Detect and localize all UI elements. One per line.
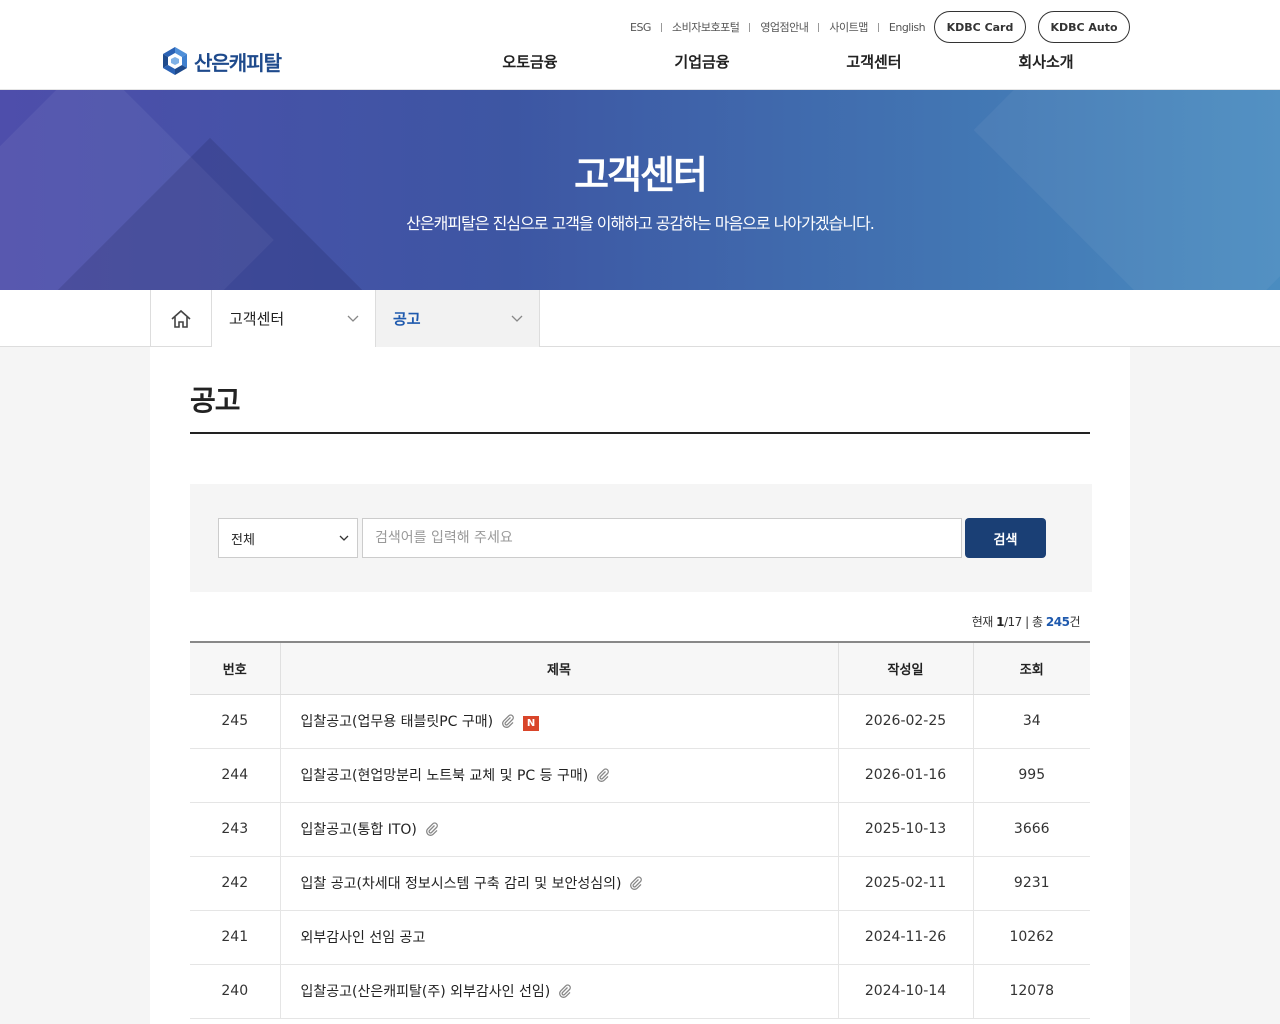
cell-number: 245 xyxy=(190,694,280,749)
cell-date: 2024-11-26 xyxy=(837,910,973,965)
cell-date: 2024-10-14 xyxy=(837,964,973,1019)
notice-title-link[interactable]: 입찰공고(산은캐피탈(주) 외부감사인 선임) xyxy=(301,984,551,1000)
search-category-select[interactable]: 전체 xyxy=(218,518,358,558)
cell-number: 242 xyxy=(190,856,280,911)
nav-item-customer-center[interactable]: 고객센터 xyxy=(788,46,960,78)
kdbc-auto-button[interactable]: KDBC Auto xyxy=(1038,11,1130,43)
result-count: 현재 1/17 | 총 245건 xyxy=(971,613,1081,630)
search-panel: 전체 검색 xyxy=(190,484,1092,592)
cell-date: 2026-01-16 xyxy=(837,748,973,803)
paperclip-icon xyxy=(630,876,643,890)
count-total-label: 총 xyxy=(1032,615,1043,629)
notice-title-link[interactable]: 외부감사인 선임 공고 xyxy=(301,930,426,946)
site-logo[interactable]: 산은캐피탈 xyxy=(160,46,282,76)
banner-title: 고객센터 xyxy=(574,153,708,197)
header-views: 조회 xyxy=(972,641,1090,695)
table-row[interactable]: 242 입찰 공고(차세대 정보시스템 구축 감리 및 보안성심의) 2025-02… xyxy=(190,856,1090,911)
notice-title-link[interactable]: 입찰공고(현업망분리 노트북 교체 및 PC 등 구매) xyxy=(301,768,589,784)
utility-nav: ESG 소비자보호포털 영업점안내 사이트맵 English xyxy=(620,11,935,43)
cell-date: 2025-10-13 xyxy=(837,802,973,857)
cell-number: 244 xyxy=(190,748,280,803)
site-header: ESG 소비자보호포털 영업점안내 사이트맵 English KDBC Card… xyxy=(0,0,1280,90)
kdbc-card-button[interactable]: KDBC Card xyxy=(934,11,1026,43)
chevron-down-icon xyxy=(339,535,349,541)
table-row[interactable]: 241 외부감사인 선임 공고 2024-11-26 10262 xyxy=(190,910,1090,965)
count-prefix: 현재 xyxy=(971,615,994,629)
cell-title: 입찰공고(현업망분리 노트북 교체 및 PC 등 구매) xyxy=(279,748,838,803)
cell-number: 241 xyxy=(190,910,280,965)
notice-title-link[interactable]: 입찰공고(업무용 태블릿PC 구매) xyxy=(301,714,494,730)
location-depth1-label: 고객센터 xyxy=(229,310,285,328)
cell-views: 995 xyxy=(972,748,1090,803)
count-current-page: 1 xyxy=(996,615,1004,629)
home-icon xyxy=(171,309,191,328)
util-link-branch-guide[interactable]: 영업점안내 xyxy=(750,19,818,35)
paperclip-icon xyxy=(425,822,438,836)
header-date: 작성일 xyxy=(837,641,973,695)
cell-views: 9231 xyxy=(972,856,1090,911)
notice-title-link[interactable]: 입찰 공고(차세대 정보시스템 구축 감리 및 보안성심의) xyxy=(301,876,622,892)
notice-title-link[interactable]: 입찰공고(통합 ITO) xyxy=(301,822,417,838)
cell-title: 외부감사인 선임 공고 xyxy=(279,910,838,965)
table-header-row: 번호 제목 작성일 조회 xyxy=(190,641,1090,695)
page-banner: 고객센터 산은캐피탈은 진심으로 고객을 이해하고 공감하는 마음으로 나아가겠… xyxy=(0,90,1280,290)
nav-item-corporate-finance[interactable]: 기업금융 xyxy=(616,46,788,78)
count-separator: | xyxy=(1025,615,1029,629)
table-body: 245 입찰공고(업무용 태블릿PC 구매) N 2026-02-25 34 244 입찰공… xyxy=(190,694,1090,1019)
main-content: 공고 전체 검색 현재 1/17 | 총 245건 번호 제목 작성일 조회 2… xyxy=(150,347,1130,1024)
logo-mark-icon xyxy=(163,47,187,75)
cell-views: 3666 xyxy=(972,802,1090,857)
util-link-english[interactable]: English xyxy=(879,21,935,34)
cell-date: 2026-02-25 xyxy=(837,694,973,749)
cell-number: 243 xyxy=(190,802,280,857)
cell-date: 2025-02-11 xyxy=(837,856,973,911)
util-link-sitemap[interactable]: 사이트맵 xyxy=(819,19,877,35)
nav-item-auto-finance[interactable]: 오토금융 xyxy=(444,46,616,78)
count-total-pages: /17 xyxy=(1004,615,1022,629)
cell-views: 12078 xyxy=(972,964,1090,1019)
paperclip-icon xyxy=(559,984,572,998)
chevron-down-icon xyxy=(511,315,523,322)
location-nav: 고객센터 공고 xyxy=(0,290,1280,347)
main-nav: 오토금융 기업금융 고객센터 회사소개 xyxy=(444,46,1132,78)
table-row[interactable]: 240 입찰공고(산은캐피탈(주) 외부감사인 선임) 2024-10-14 1207… xyxy=(190,964,1090,1019)
logo-text: 산은캐피탈 xyxy=(194,50,282,75)
location-depth1-select[interactable]: 고객센터 xyxy=(212,290,376,347)
cell-number: 240 xyxy=(190,964,280,1019)
chevron-down-icon xyxy=(347,315,359,322)
cell-title: 입찰공고(산은캐피탈(주) 외부감사인 선임) xyxy=(279,964,838,1019)
banner-subtitle: 산은캐피탈은 진심으로 고객을 이해하고 공감하는 마음으로 나아가겠습니다. xyxy=(406,214,875,233)
cell-title: 입찰 공고(차세대 정보시스템 구축 감리 및 보안성심의) xyxy=(279,856,838,911)
util-link-esg[interactable]: ESG xyxy=(620,21,661,34)
table-row[interactable]: 244 입찰공고(현업망분리 노트북 교체 및 PC 등 구매) 2026-01-1… xyxy=(190,748,1090,803)
new-badge: N xyxy=(523,716,540,731)
notice-table: 번호 제목 작성일 조회 245 입찰공고(업무용 태블릿PC 구매) N 2026-… xyxy=(190,641,1090,1019)
nav-item-company[interactable]: 회사소개 xyxy=(960,46,1132,78)
location-depth2-label: 공고 xyxy=(393,310,421,328)
header-number: 번호 xyxy=(190,641,280,695)
search-button[interactable]: 검색 xyxy=(965,518,1046,558)
cell-title: 입찰공고(통합 ITO) xyxy=(279,802,838,857)
header-title: 제목 xyxy=(279,641,838,695)
cell-views: 10262 xyxy=(972,910,1090,965)
paperclip-icon xyxy=(597,768,610,782)
count-total: 245 xyxy=(1045,615,1070,629)
home-button[interactable] xyxy=(150,290,212,347)
paperclip-icon xyxy=(502,714,515,728)
util-link-consumer-portal[interactable]: 소비자보호포털 xyxy=(662,19,749,35)
cell-views: 34 xyxy=(972,694,1090,749)
count-unit: 건 xyxy=(1069,615,1080,629)
table-row[interactable]: 243 입찰공고(통합 ITO) 2025-10-13 3666 xyxy=(190,802,1090,857)
table-row[interactable]: 245 입찰공고(업무용 태블릿PC 구매) N 2026-02-25 34 xyxy=(190,694,1090,749)
title-divider xyxy=(190,432,1090,434)
page-title: 공고 xyxy=(190,384,241,417)
cell-title: 입찰공고(업무용 태블릿PC 구매) N xyxy=(279,694,838,749)
search-category-value: 전체 xyxy=(231,532,255,548)
location-depth2-select[interactable]: 공고 xyxy=(376,290,540,347)
search-input[interactable] xyxy=(362,518,962,558)
